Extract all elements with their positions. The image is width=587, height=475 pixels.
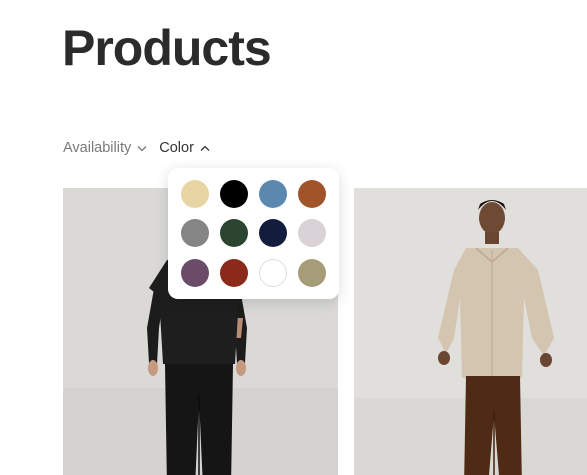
color-swatch-plum[interactable] [181,259,209,287]
color-swatch-light-lavender[interactable] [298,219,326,247]
color-swatch-black[interactable] [220,180,248,208]
availability-filter-label: Availability [63,140,132,156]
product-card[interactable] [354,188,587,475]
color-swatch-khaki[interactable] [298,259,326,287]
color-swatch-white[interactable] [259,259,287,287]
color-swatch-navy[interactable] [259,219,287,247]
page-title: Products [62,20,272,76]
color-swatch-gray[interactable] [181,219,209,247]
color-filter-popover [168,168,339,299]
color-swatch-dark-green[interactable] [220,219,248,247]
availability-filter[interactable]: Availability [63,140,147,156]
products-page: Products Availability Color [0,0,587,475]
color-swatch-steel-blue[interactable] [259,180,287,208]
product-image [354,188,587,475]
chevron-down-icon [137,145,147,151]
chevron-up-icon [200,145,210,151]
color-swatch-beige[interactable] [181,180,209,208]
filter-bar: Availability Color [63,140,210,156]
color-filter-label: Color [159,140,194,156]
color-filter[interactable]: Color [159,140,210,156]
color-swatch-red-brown[interactable] [220,259,248,287]
color-swatch-rust-brown[interactable] [298,180,326,208]
